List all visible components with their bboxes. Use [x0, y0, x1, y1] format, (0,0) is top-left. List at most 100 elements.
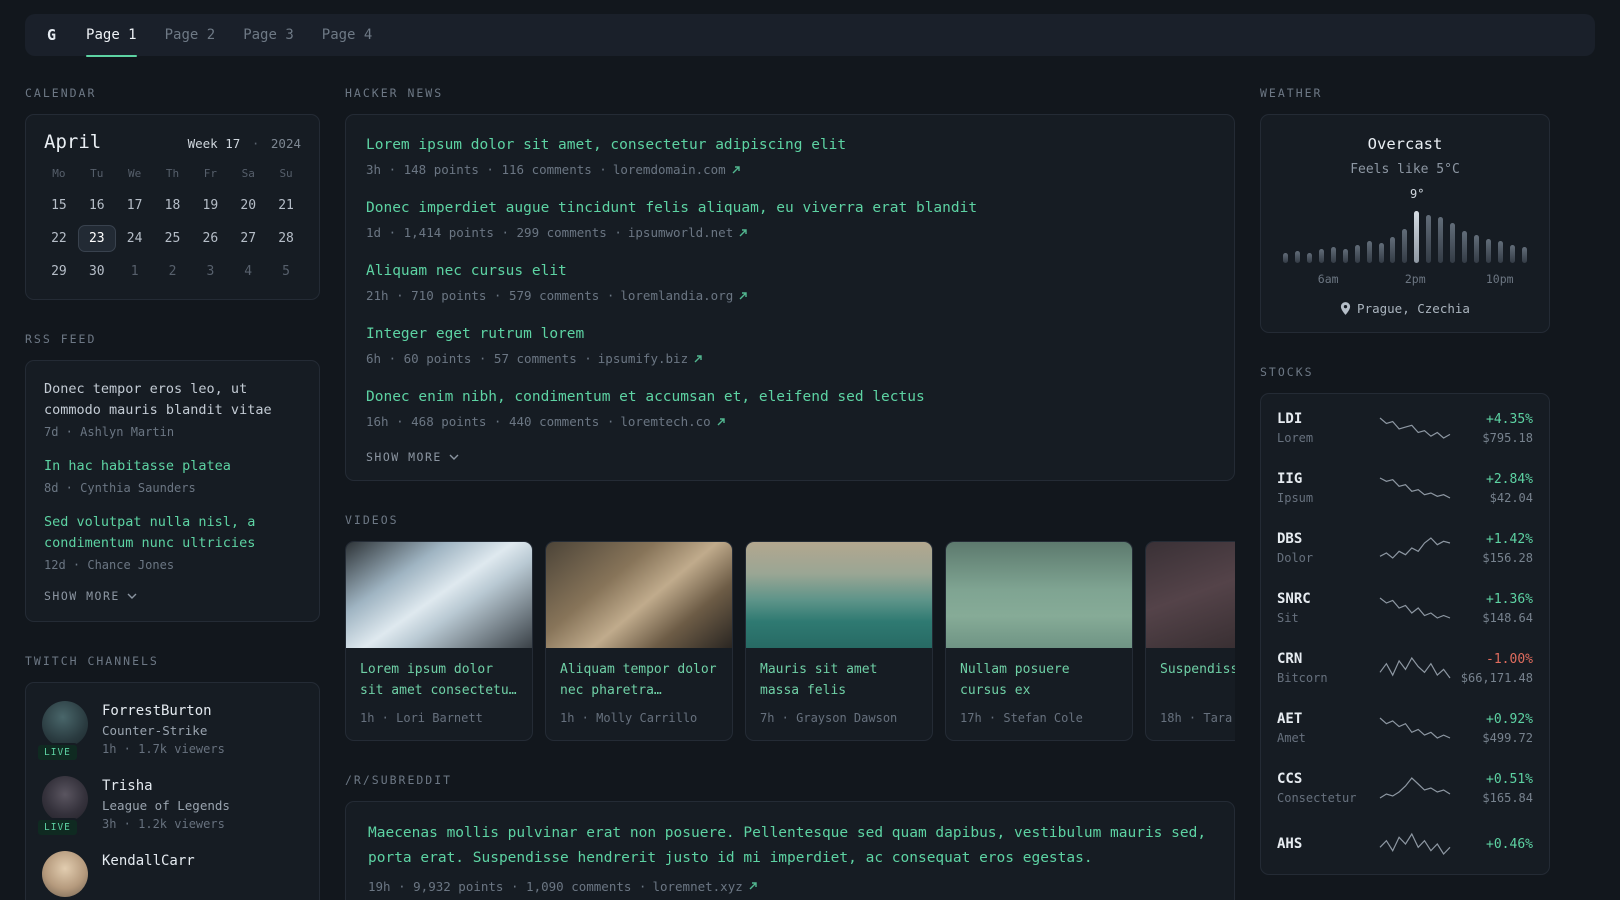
hn-item-domain-link[interactable]: loremdomain.com: [613, 162, 741, 177]
stock-values: -1.00% $66,171.48: [1461, 652, 1533, 685]
twitch-channel[interactable]: LIVE ForrestBurton Counter-Strike 1h · 1…: [36, 700, 303, 762]
video-thumbnail[interactable]: [746, 542, 932, 649]
subreddit-widget: /R/SUBREDDIT Maecenas mollis pulvinar er…: [345, 773, 1235, 900]
rss-item-title[interactable]: Sed volutpat nulla nisl, a condimentum n…: [44, 512, 301, 554]
video-meta: 1h · Molly Carrillo: [560, 711, 698, 726]
channel-name[interactable]: Trisha: [102, 778, 230, 794]
hn-item-title[interactable]: Integer eget rutrum lorem: [366, 324, 1214, 345]
twitch-channels: LIVE ForrestBurton Counter-Strike 1h · 1…: [25, 681, 320, 900]
stock-symbol: DBS: [1277, 531, 1303, 547]
hn-item: Integer eget rutrum lorem 6h · 60 points…: [366, 324, 1214, 366]
hn-item-domain-link[interactable]: ipsumworld.net: [628, 225, 748, 240]
weather-bar: [1497, 241, 1503, 263]
middle-column: HACKER NEWS Lorem ipsum dolor sit amet, …: [345, 86, 1235, 900]
page-tab[interactable]: Page 3: [243, 14, 294, 56]
stock-sparkline: [1379, 417, 1451, 439]
rss-item-title[interactable]: In hac habitasse platea: [44, 456, 301, 477]
video-thumbnail[interactable]: [1146, 542, 1235, 649]
weather-bar: [1485, 239, 1491, 263]
stock-row[interactable]: DBS Dolor +1.42% $156.28: [1261, 518, 1549, 578]
stock-values: +0.92% $499.72: [1482, 712, 1533, 745]
stock-row[interactable]: AHS +0.46%: [1261, 818, 1549, 870]
weather-widget-title: WEATHER: [1260, 86, 1323, 100]
stock-row[interactable]: SNRC Sit +1.36% $148.64: [1261, 578, 1549, 638]
hn-item-domain-link[interactable]: ipsumify.biz: [598, 351, 703, 366]
twitch-widget: TWITCH CHANNELS LIVE ForrestBurton Count…: [25, 654, 320, 900]
stock-row[interactable]: CRN Bitcorn -1.00% $66,171.48: [1261, 638, 1549, 698]
left-column: CALENDAR April Week 17 · 2024 Mo Tu We T…: [25, 86, 320, 900]
video-title[interactable]: Lorem ipsum dolor sit amet consectetu…: [360, 660, 518, 702]
stock-row[interactable]: LDI Lorem +4.35% $795.18: [1261, 398, 1549, 458]
weather-time-6am: 6am: [1317, 272, 1339, 286]
video-meta: 1h · Lori Barnett: [360, 711, 483, 726]
page-tab[interactable]: Page 4: [322, 14, 373, 56]
hn-item-domain: ipsumworld.net: [627, 225, 734, 241]
rss-item-meta-text: 7d · Ashlyn Martin: [44, 424, 175, 439]
stock-row[interactable]: CCS Consectetur +0.51% $165.84: [1261, 758, 1549, 818]
twitch-channel[interactable]: LIVE Trisha League of Legends 3h · 1.2k …: [36, 775, 303, 837]
avatar-wrap: LIVE: [36, 700, 88, 762]
stock-change: +4.35%: [1486, 411, 1533, 427]
channel-name[interactable]: ForrestBurton: [102, 703, 225, 719]
stock-change: +0.51%: [1486, 771, 1533, 787]
hackernews-show-more-button[interactable]: SHOW MORE: [366, 450, 459, 464]
calendar-week-year: Week 17 · 2024: [188, 136, 301, 151]
page-tab[interactable]: Page 1: [86, 14, 137, 57]
video-card[interactable]: Suspendisse diam 18h · Tara: [1145, 541, 1235, 742]
hn-item-meta: 3h · 148 points · 116 comments · loremdo…: [366, 162, 1214, 177]
calendar-day: 30: [88, 264, 105, 279]
video-card[interactable]: Nullam posuere cursus ex 17h · Stefan Co…: [945, 541, 1133, 742]
calendar-day: 24: [126, 231, 143, 246]
weather-bar: [1450, 223, 1456, 263]
stock-sparkline: [1379, 537, 1451, 559]
video-title[interactable]: Mauris sit amet massa felis: [760, 660, 918, 702]
subreddit-post-title[interactable]: Maecenas mollis pulvinar erat non posuer…: [368, 821, 1212, 872]
stock-price: $795.18: [1482, 430, 1533, 445]
rss-item-title[interactable]: Donec tempor eros leo, ut commodo mauris…: [44, 379, 301, 421]
weather-bar: [1509, 245, 1515, 263]
hn-item-title[interactable]: Lorem ipsum dolor sit amet, consectetur …: [366, 135, 1214, 156]
twitch-channel[interactable]: KendallCarr: [42, 850, 303, 897]
video-body: Aliquam tempor dolor nec pharetra… 1h · …: [546, 648, 732, 740]
hn-item-stats: 16h · 468 points · 440 comments ·: [366, 414, 615, 430]
video-card[interactable]: Lorem ipsum dolor sit amet consectetu… 1…: [345, 541, 533, 742]
stock-row[interactable]: AET Amet +0.92% $499.72: [1261, 698, 1549, 758]
video-thumbnail[interactable]: [946, 542, 1132, 649]
stock-symbol: SNRC: [1277, 591, 1311, 607]
weather-location-row: Prague, Czechia: [1277, 301, 1533, 316]
video-thumbnail[interactable]: [346, 542, 532, 649]
hn-item-meta: 1d · 1,414 points · 299 comments · ipsum…: [366, 225, 1214, 240]
rss-item-meta-text: 8d · Cynthia Saunders: [44, 480, 196, 495]
avatar-wrap: [42, 850, 88, 897]
separator-dot: ·: [251, 136, 260, 151]
rss-show-more-button[interactable]: SHOW MORE: [44, 589, 137, 603]
video-title[interactable]: Nullam posuere cursus ex: [960, 660, 1118, 702]
calendar-day: 27: [240, 231, 257, 246]
weather-bar: [1366, 241, 1372, 263]
video-title[interactable]: Aliquam tempor dolor nec pharetra…: [560, 660, 718, 702]
video-thumbnail[interactable]: [546, 542, 732, 649]
video-title[interactable]: Suspendisse diam: [1160, 660, 1235, 702]
weather-widget: WEATHER Overcast Feels like 5°C 9° 6am 2…: [1260, 86, 1550, 333]
rss-item-meta: 12d · Chance Jones: [44, 558, 301, 572]
stock-change: -1.00%: [1486, 651, 1533, 667]
hn-item-stats: 21h · 710 points · 579 comments ·: [366, 288, 615, 304]
calendar-year: 2024: [270, 136, 301, 151]
weather-bar: [1283, 253, 1288, 263]
hn-item-domain-link[interactable]: loremlandia.org: [620, 288, 748, 303]
hn-item-title[interactable]: Aliquam nec cursus elit: [366, 261, 1214, 282]
page-tab[interactable]: Page 2: [165, 14, 216, 56]
video-body: Suspendisse diam 18h · Tara: [1146, 648, 1235, 740]
stock-row[interactable]: IIG Ipsum +2.84% $42.04: [1261, 458, 1549, 518]
avatar: [42, 775, 88, 822]
weather-time-10pm: 10pm: [1485, 272, 1514, 286]
avatar: [42, 700, 88, 747]
stock-info: LDI Lorem: [1277, 411, 1371, 445]
channel-name[interactable]: KendallCarr: [102, 853, 195, 869]
hn-item-domain-link[interactable]: loremtech.co: [620, 414, 725, 429]
hn-item-title[interactable]: Donec imperdiet augue tincidunt felis al…: [366, 198, 1214, 219]
subreddit-domain-link[interactable]: loremnet.xyz: [652, 879, 757, 894]
video-card[interactable]: Aliquam tempor dolor nec pharetra… 1h · …: [545, 541, 733, 742]
hn-item-title[interactable]: Donec enim nibh, condimentum et accumsan…: [366, 387, 1214, 408]
video-card[interactable]: Mauris sit amet massa felis 7h · Grayson…: [745, 541, 933, 742]
